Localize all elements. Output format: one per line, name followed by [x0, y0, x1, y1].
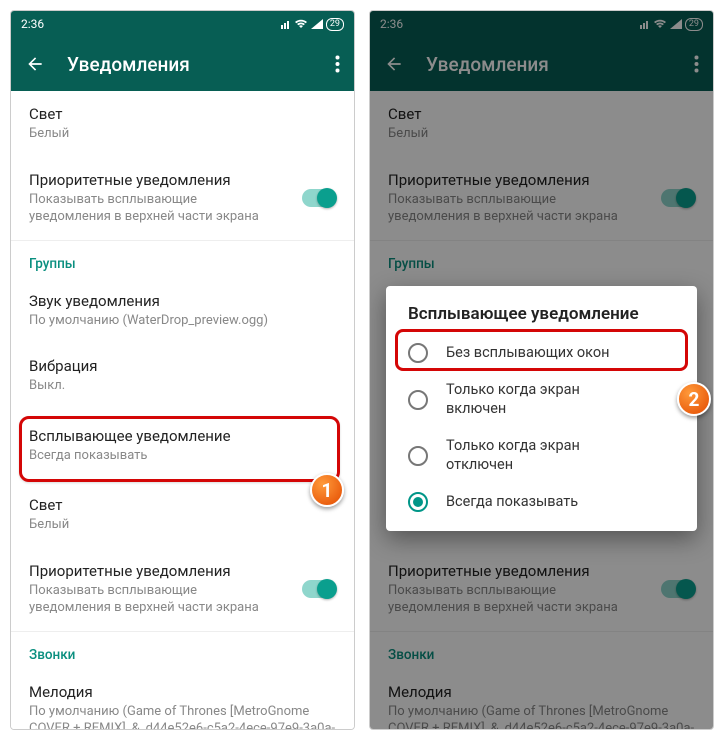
- sim-icon: [281, 19, 291, 29]
- option-screen-off[interactable]: Только когда экран отключен: [386, 428, 697, 484]
- app-bar: Уведомления: [11, 37, 354, 91]
- setting-priority[interactable]: Приоритетные уведомления Показывать вспл…: [11, 157, 354, 240]
- signal-icon: [311, 19, 323, 29]
- priority-toggle[interactable]: [302, 189, 336, 207]
- status-bar: 2:36 29: [11, 11, 354, 37]
- radio-icon: [408, 343, 428, 363]
- section-groups: Группы: [11, 241, 354, 278]
- menu-icon[interactable]: [335, 55, 340, 73]
- status-icons: 29: [281, 18, 344, 31]
- radio-icon: [408, 446, 428, 466]
- phone-right: 2:36 29 Уведомления СветБелый Приоритетн…: [369, 10, 714, 730]
- step-badge-2: 2: [677, 382, 711, 416]
- priority2-toggle[interactable]: [302, 580, 336, 598]
- back-icon[interactable]: [25, 54, 45, 74]
- section-calls: Звонки: [11, 632, 354, 669]
- option-always[interactable]: Всегда показывать: [386, 483, 697, 521]
- setting-melody[interactable]: Мелодия По умолчанию (Game of Thrones [M…: [11, 669, 354, 729]
- settings-list[interactable]: Свет Белый Приоритетные уведомления Пока…: [11, 91, 354, 729]
- option-no-popup[interactable]: Без всплывающих окон: [386, 334, 697, 372]
- setting-light[interactable]: Свет Белый: [11, 91, 354, 157]
- dialog-title: Всплывающее уведомление: [386, 304, 697, 334]
- phone-left: 2:36 29 Уведомления Свет Белый Приоритет…: [10, 10, 355, 730]
- setting-priority2[interactable]: Приоритетные уведомления Показывать вспл…: [11, 548, 354, 631]
- status-time: 2:36: [21, 17, 44, 31]
- setting-popup[interactable]: Всплывающее уведомление Всегда показыват…: [11, 409, 354, 483]
- page-title: Уведомления: [67, 53, 313, 76]
- radio-icon: [408, 390, 428, 410]
- popup-dialog: Всплывающее уведомление Без всплывающих …: [386, 286, 697, 531]
- setting-vibration[interactable]: Вибрация Выкл.: [11, 343, 354, 409]
- step-badge-1: 1: [310, 473, 344, 507]
- radio-icon-selected: [408, 492, 428, 512]
- wifi-icon: [294, 19, 308, 29]
- setting-light2[interactable]: Свет Белый: [11, 482, 354, 548]
- option-screen-on[interactable]: Только когда экран включен: [386, 372, 697, 428]
- battery-icon: 29: [326, 18, 344, 31]
- setting-sound[interactable]: Звук уведомления По умолчанию (WaterDrop…: [11, 278, 354, 344]
